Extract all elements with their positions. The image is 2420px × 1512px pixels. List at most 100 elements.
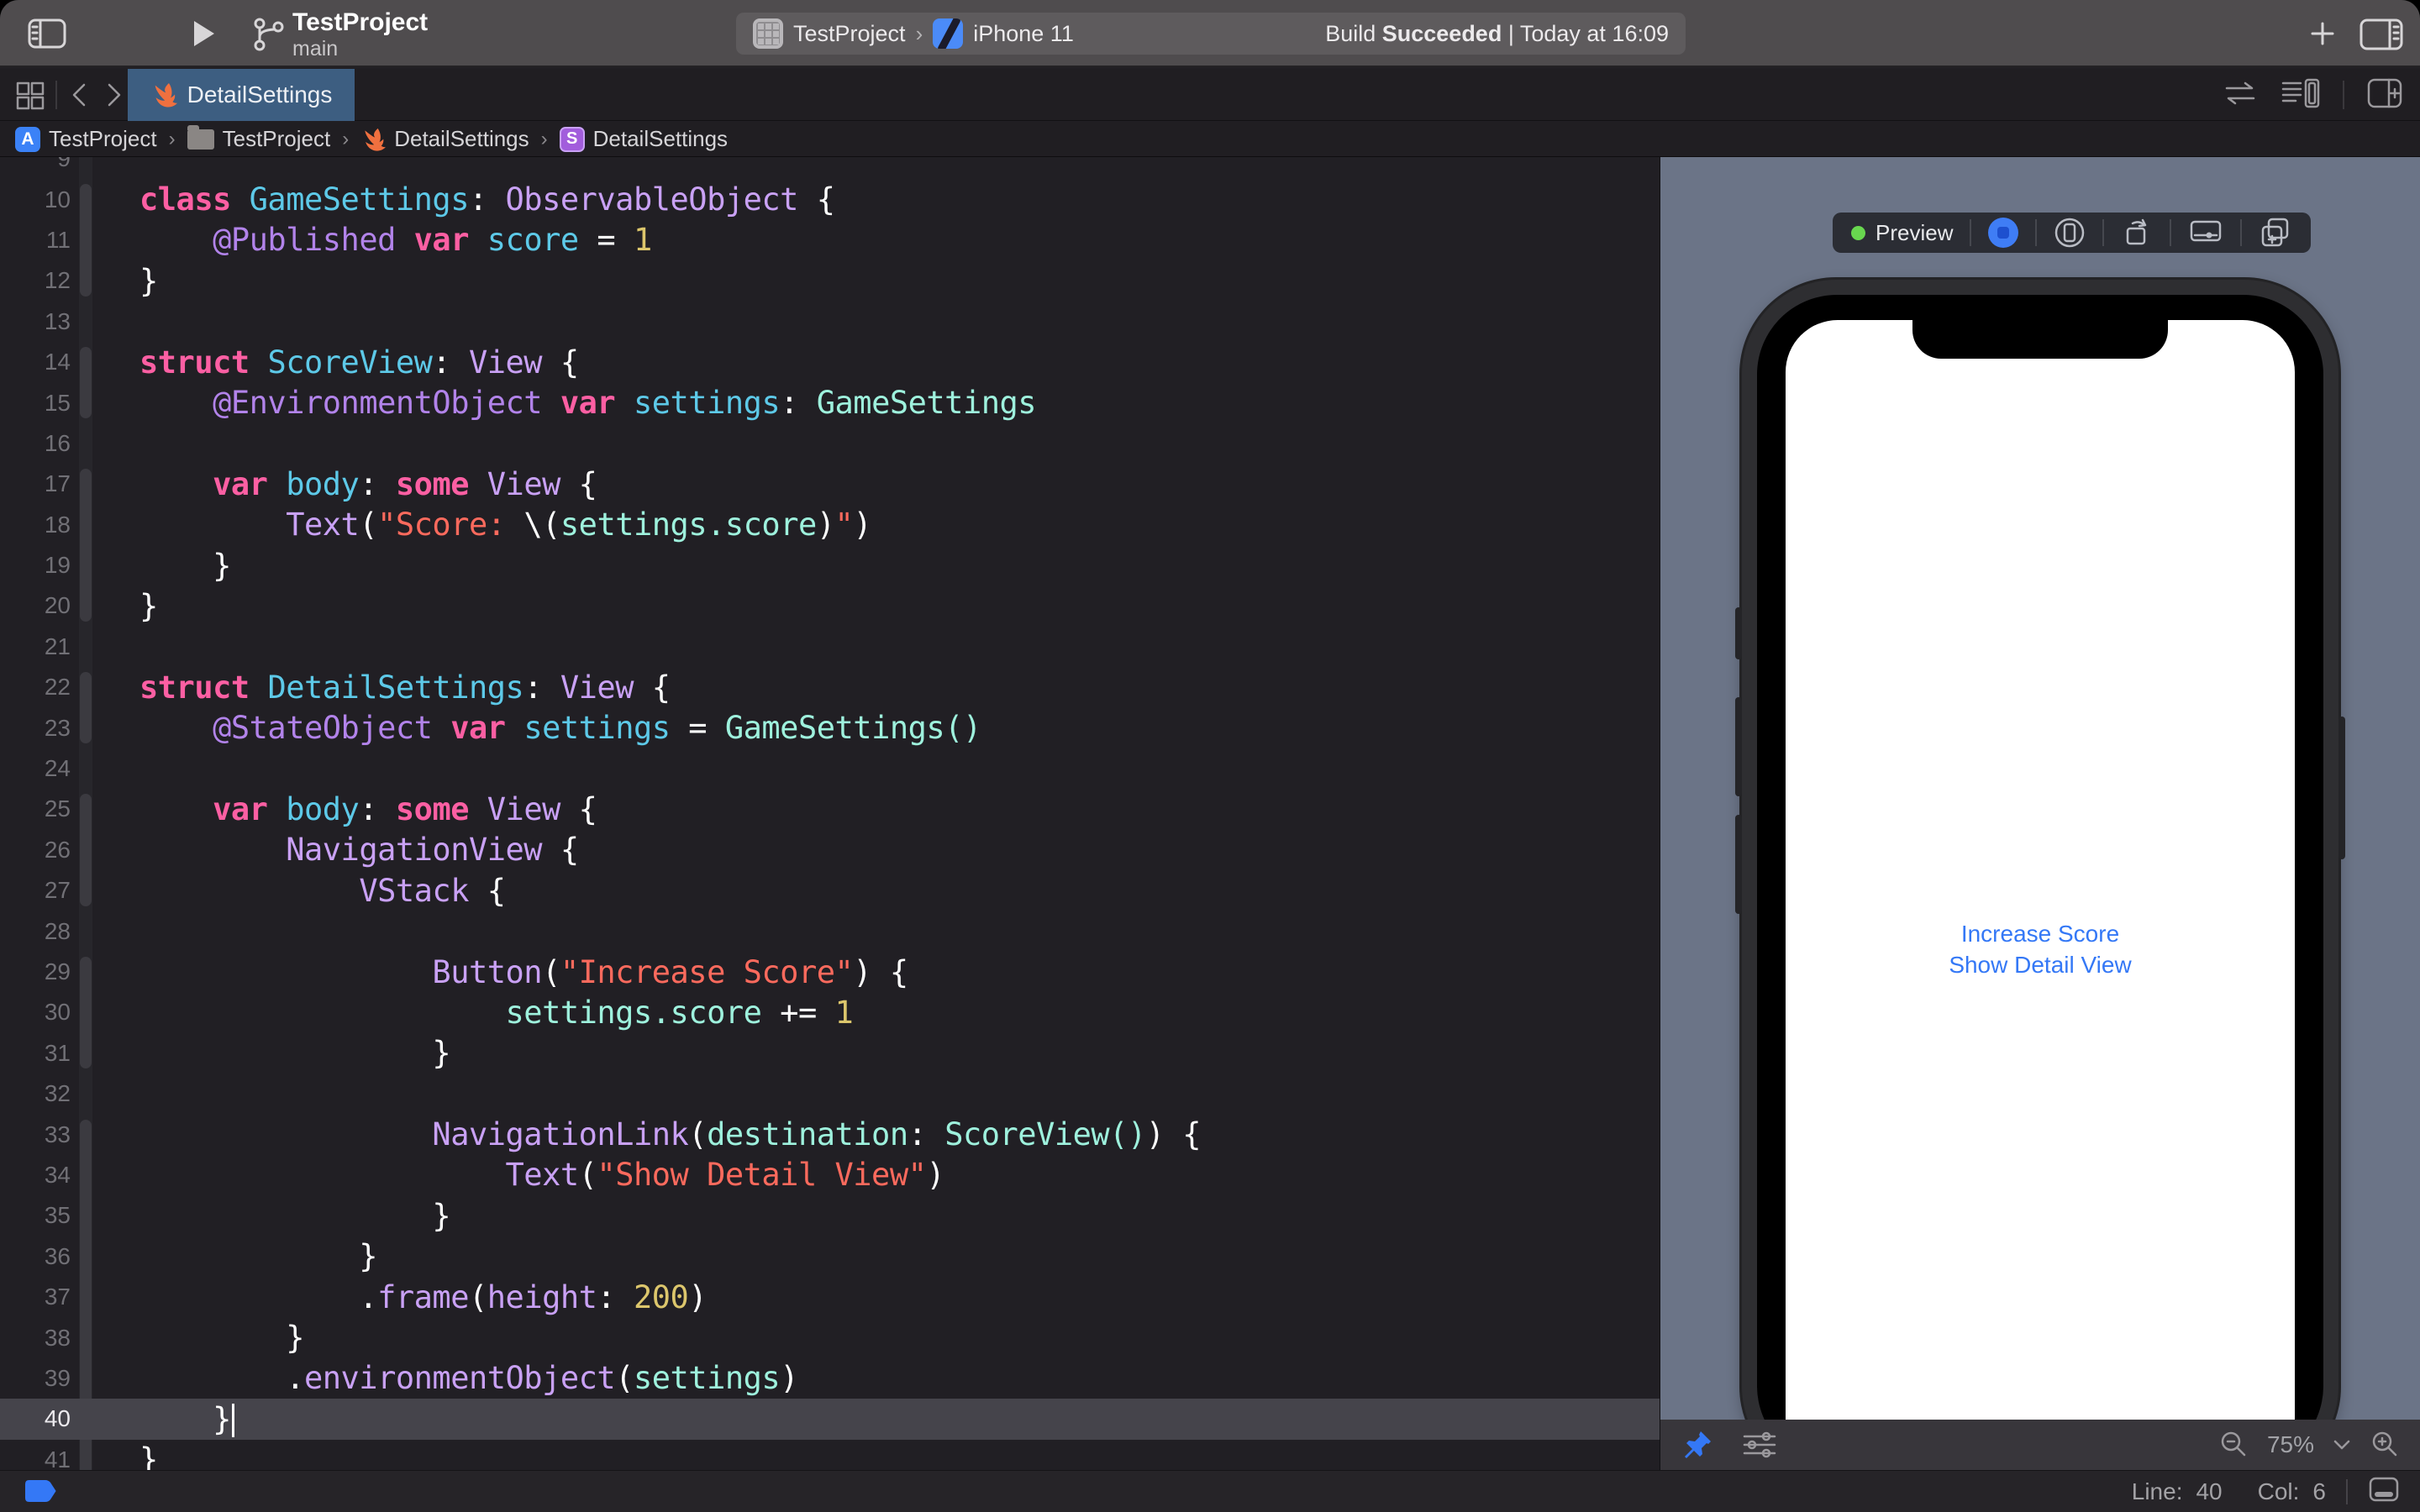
preview-toolbar: Preview <box>1833 213 2311 253</box>
code-review-icon[interactable] <box>2222 78 2259 113</box>
code-line[interactable]: 26 NavigationView { <box>0 830 1660 870</box>
code-text: } <box>139 1401 234 1438</box>
code-line[interactable]: 28 <box>0 911 1660 951</box>
forward-chevron-icon[interactable] <box>104 81 124 113</box>
add-button[interactable] <box>2309 20 2336 47</box>
breadcrumb-item[interactable]: DetailSettings <box>360 126 529 152</box>
swift-icon <box>150 81 177 108</box>
live-preview-button[interactable] <box>1971 218 2035 248</box>
line-number: 37 <box>0 1284 71 1310</box>
preview-on-device-button[interactable] <box>2037 217 2102 249</box>
code-text: Text("Show Detail View") <box>139 1157 944 1193</box>
preview-app-content: Increase Score Show Detail View <box>1786 918 2295 980</box>
preview-label: Preview <box>1876 220 1953 246</box>
code-line[interactable]: 39 .environmentObject(settings) <box>0 1358 1660 1399</box>
add-editor-icon[interactable] <box>2366 77 2403 113</box>
code-line[interactable]: 11 @Published var score = 1 <box>0 220 1660 260</box>
code-line[interactable]: 27 VStack { <box>0 870 1660 911</box>
tab-detailsettings[interactable]: DetailSettings <box>128 69 355 121</box>
breadcrumb-separator: › <box>342 128 349 151</box>
code-line[interactable]: 15 @EnvironmentObject var settings: Game… <box>0 382 1660 423</box>
code-line[interactable]: 13 <box>0 302 1660 342</box>
breadcrumb-item[interactable]: SDetailSettings <box>560 126 728 152</box>
code-text: } <box>139 588 158 624</box>
code-line[interactable]: 35 } <box>0 1195 1660 1236</box>
code-line[interactable]: 40 } <box>0 1399 1660 1439</box>
line-number: 21 <box>0 633 71 660</box>
code-line[interactable]: 25 var body: some View { <box>0 789 1660 829</box>
code-line[interactable]: 31 } <box>0 1033 1660 1074</box>
window-title: TestProject main <box>292 8 428 60</box>
xcode-window: TestProject main TestProject › iPhone 11… <box>0 0 2420 1512</box>
source-editor[interactable]: 910class GameSettings: ObservableObject … <box>0 157 1660 1470</box>
code-line[interactable]: 34 Text("Show Detail View") <box>0 1155 1660 1195</box>
code-line[interactable]: 30 settings.score += 1 <box>0 992 1660 1032</box>
toggle-navigator-icon[interactable] <box>28 18 66 49</box>
tab-bar: DetailSettings <box>0 69 2420 121</box>
toggle-inspector-icon[interactable] <box>2360 18 2403 50</box>
canvas-viewport: Preview <box>1660 157 2420 1420</box>
line-number: 11 <box>0 227 71 254</box>
zoom-level[interactable]: 75% <box>2267 1431 2314 1458</box>
zoom-out-icon[interactable] <box>2218 1430 2249 1460</box>
increase-score-button[interactable]: Increase Score <box>1786 918 2295 949</box>
code-line[interactable]: 37 .frame(height: 200) <box>0 1277 1660 1317</box>
run-button[interactable] <box>192 19 217 48</box>
line-number: 41 <box>0 1446 71 1470</box>
code-line[interactable]: 24 <box>0 748 1660 789</box>
code-line[interactable]: 29 Button("Increase Score") { <box>0 952 1660 992</box>
zoom-in-icon[interactable] <box>2370 1430 2400 1460</box>
code-line[interactable]: 18 Text("Score: \(settings.score)") <box>0 505 1660 545</box>
back-chevron-icon[interactable] <box>69 81 89 113</box>
scheme-device[interactable]: iPhone 11 <box>973 21 1074 47</box>
code-line[interactable]: 38 } <box>0 1317 1660 1357</box>
jump-bar[interactable]: ATestProject›TestProject›DetailSettings›… <box>0 122 2420 157</box>
code-line[interactable]: 16 <box>0 423 1660 464</box>
line-number: 18 <box>0 512 71 538</box>
environment-overrides-button[interactable] <box>2171 217 2240 249</box>
breadcrumb-item[interactable]: TestProject <box>187 126 331 152</box>
breadcrumb-item[interactable]: ATestProject <box>15 126 157 152</box>
show-detail-view-link[interactable]: Show Detail View <box>1786 949 2295 980</box>
code-text: var body: some View { <box>139 791 597 827</box>
code-line[interactable]: 36 } <box>0 1236 1660 1277</box>
canvas-settings-sliders-icon[interactable] <box>1741 1430 1778 1460</box>
code-line[interactable]: 32 <box>0 1074 1660 1114</box>
col-value: 6 <box>2312 1478 2326 1505</box>
preview-status: Preview <box>1851 220 1970 246</box>
line-number: 40 <box>0 1405 71 1432</box>
editor-grid-icon[interactable] <box>15 81 45 115</box>
code-line[interactable]: 10class GameSettings: ObservableObject { <box>0 179 1660 219</box>
line-number: 33 <box>0 1121 71 1148</box>
line-number: 30 <box>0 999 71 1026</box>
breakpoints-toggle-icon[interactable] <box>25 1480 57 1508</box>
line-number: 10 <box>0 186 71 213</box>
notch <box>1912 320 2168 359</box>
code-text: } <box>139 263 158 299</box>
editor-mode-icon[interactable] <box>2368 1476 2400 1509</box>
code-line[interactable]: 19 } <box>0 545 1660 585</box>
col-label: Col: <box>2258 1478 2300 1505</box>
code-line[interactable]: 12} <box>0 260 1660 301</box>
code-line[interactable]: 33 NavigationLink(destination: ScoreView… <box>0 1114 1660 1154</box>
line-number: 19 <box>0 552 71 579</box>
code-line[interactable]: 9 <box>0 157 1660 179</box>
line-number: 35 <box>0 1202 71 1229</box>
zoom-menu-chevron-icon[interactable] <box>2333 1438 2351 1452</box>
code-line[interactable]: 14struct ScoreView: View { <box>0 342 1660 382</box>
code-line[interactable]: 21 <box>0 627 1660 667</box>
stop-live-preview-icon[interactable] <box>1988 218 2018 248</box>
adjust-editor-options-icon[interactable] <box>2281 77 2321 113</box>
line-number: 38 <box>0 1325 71 1352</box>
pin-preview-icon[interactable] <box>1682 1430 1712 1460</box>
scheme-and-activity-bar[interactable]: TestProject › iPhone 11 Build Succeeded … <box>736 13 1686 55</box>
scheme-target[interactable]: TestProject <box>793 21 906 47</box>
code-line[interactable]: 17 var body: some View { <box>0 464 1660 504</box>
code-line[interactable]: 23 @StateObject var settings = GameSetti… <box>0 707 1660 748</box>
code-line[interactable]: 22struct DetailSettings: View { <box>0 667 1660 707</box>
code-line[interactable]: 20} <box>0 585 1660 626</box>
code-line[interactable]: 41} <box>0 1440 1660 1471</box>
duplicate-preview-button[interactable] <box>2242 216 2292 249</box>
tab-label: DetailSettings <box>187 81 333 108</box>
orientation-button[interactable] <box>2104 217 2170 249</box>
